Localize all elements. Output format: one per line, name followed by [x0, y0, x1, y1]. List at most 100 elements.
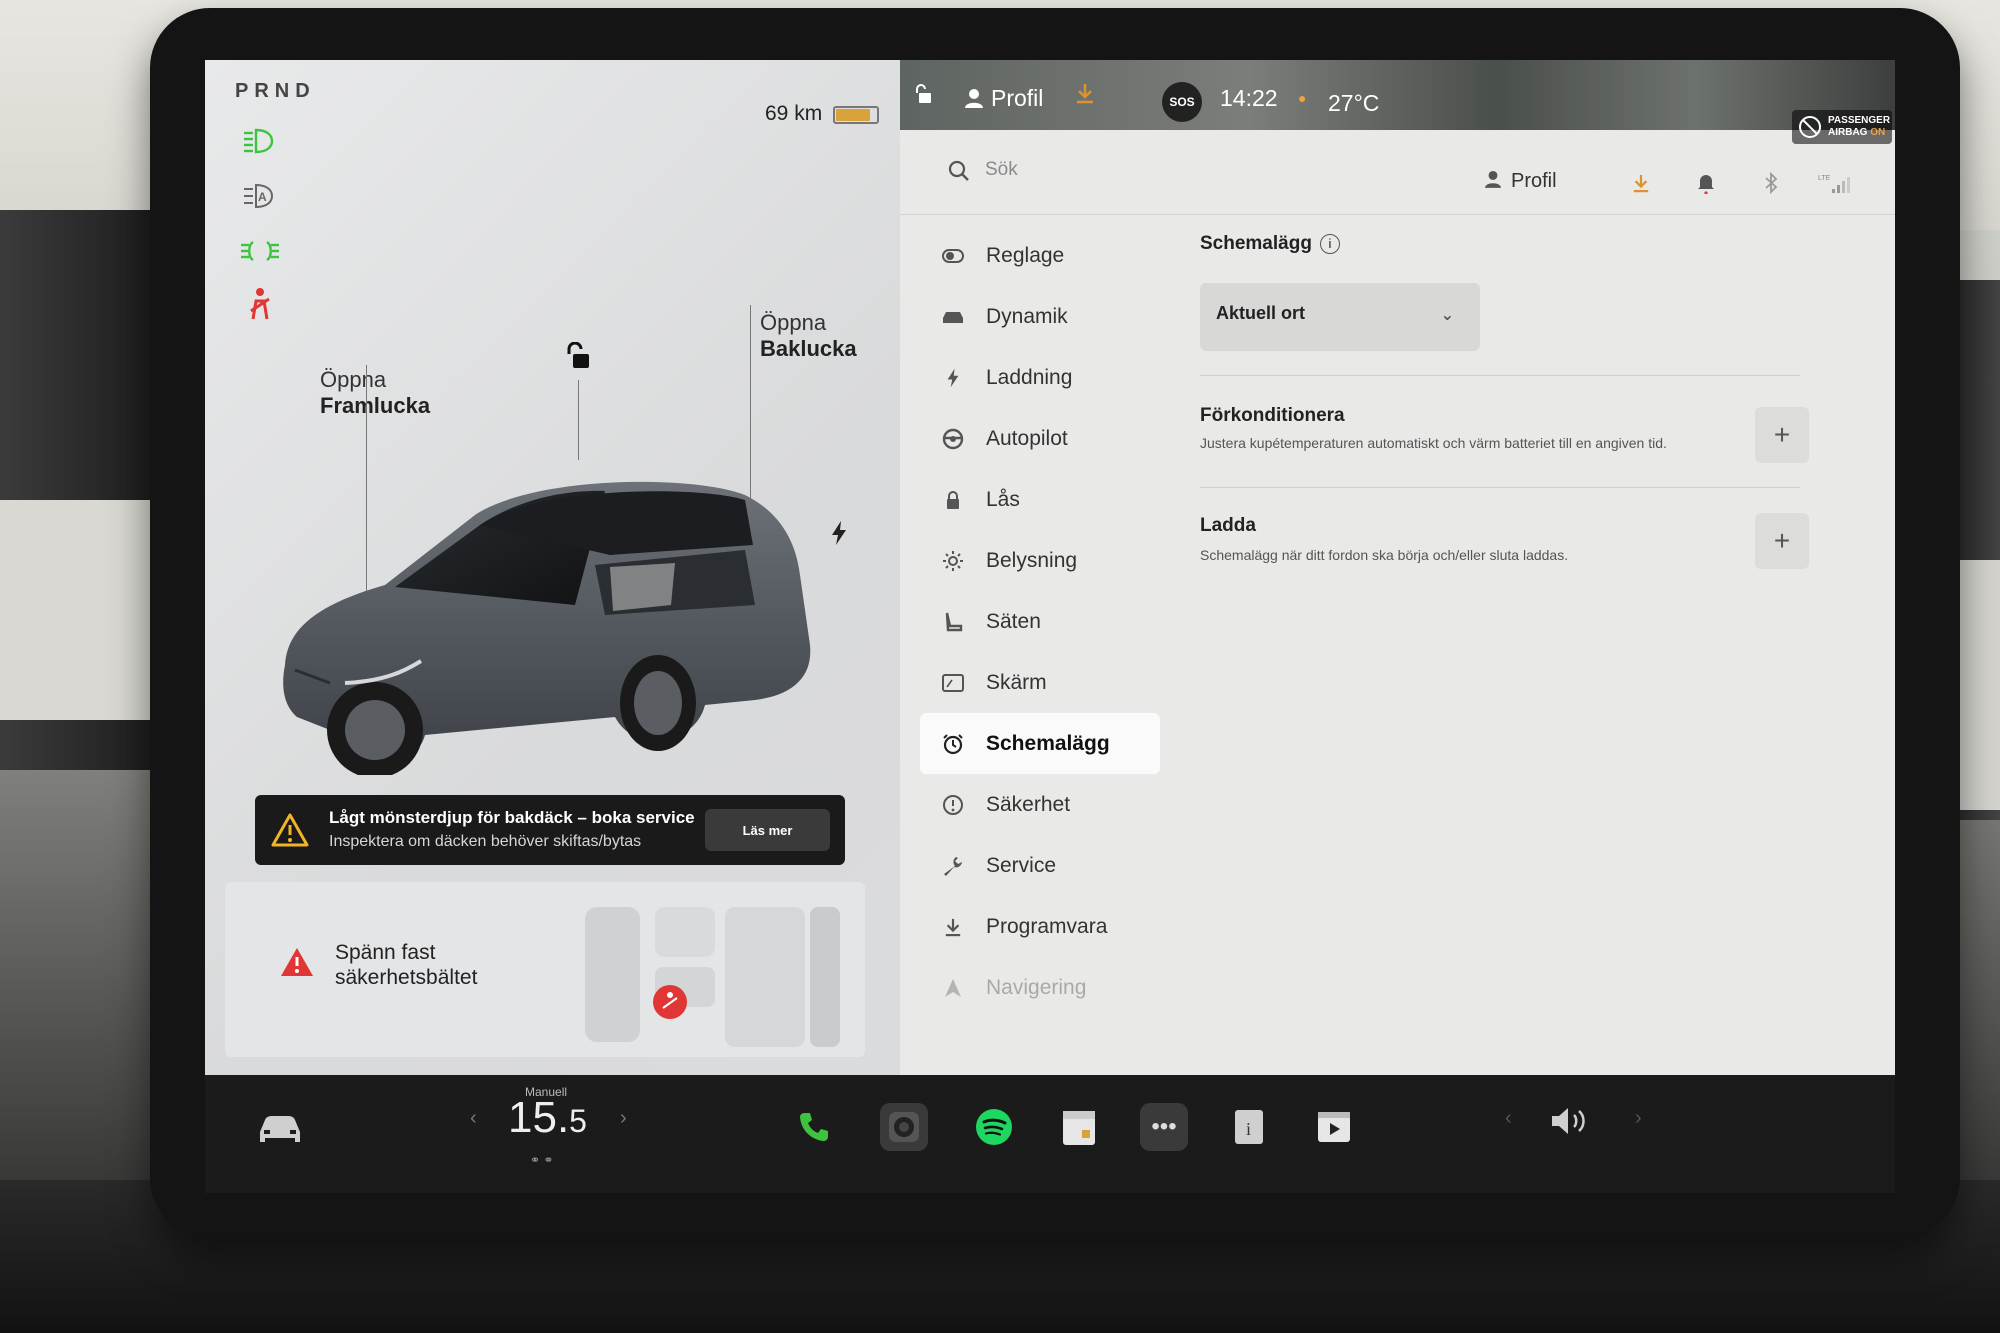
spotify-icon[interactable] — [970, 1103, 1018, 1151]
divider — [1200, 487, 1800, 488]
climate-temperature[interactable]: 15.5 — [508, 1093, 587, 1143]
chevron-down-icon: ⌄ — [1440, 307, 1454, 324]
frunk-label-line1: Öppna — [320, 367, 387, 392]
seatbelt-line2: säkerhetsbältet — [335, 966, 478, 989]
display-icon — [940, 670, 966, 696]
seat-heater-icon: ⚭ ⚭ — [530, 1153, 554, 1167]
battery-icon — [833, 106, 879, 124]
menu-item-label: Navigering — [986, 975, 1087, 999]
toggle-icon — [940, 243, 966, 269]
status-bar: Profil SOS 14:22 ● 27°C PASSENGER AIRBAG… — [900, 60, 1895, 144]
menu-item-s-kerhet[interactable]: Säkerhet — [920, 774, 1160, 835]
menu-item-autopilot[interactable]: Autopilot — [920, 408, 1160, 469]
menu-item-programvara[interactable]: Programvara — [920, 896, 1160, 957]
menu-item-label: Autopilot — [986, 426, 1068, 450]
driver-profile-button[interactable]: Profil — [965, 85, 1043, 112]
calendar-icon[interactable] — [1055, 1103, 1103, 1151]
lte-signal-icon: LTE — [1818, 172, 1852, 194]
theater-icon[interactable] — [1310, 1103, 1358, 1151]
settings-header: Profil LTE — [900, 130, 1895, 215]
manual-icon[interactable]: i — [1225, 1103, 1273, 1151]
open-frunk-button[interactable]: Öppna Framlucka — [320, 367, 430, 419]
bottom-dock: ‹ Manuell 15.5 ⚭ ⚭ › ••• i ‹ › — [205, 1075, 1895, 1193]
auto-highbeam-icon: A — [238, 180, 282, 212]
parking-lights-icon — [238, 235, 282, 267]
menu-item-label: Säkerhet — [986, 792, 1071, 816]
car-controls-icon[interactable] — [255, 1110, 305, 1148]
trunk-label-line2: Baklucka — [760, 336, 857, 361]
bluetooth-icon[interactable] — [1760, 172, 1782, 194]
person-icon — [1485, 171, 1501, 188]
schedule-title: Schemalägg — [1200, 233, 1312, 254]
menu-item-navigering[interactable]: Navigering — [920, 957, 1160, 1018]
menu-item-service[interactable]: Service — [920, 835, 1160, 896]
precondition-title: Förkonditionera — [1200, 405, 1345, 426]
svg-text:A: A — [258, 190, 267, 204]
volume-up-button[interactable]: › — [1635, 1107, 1642, 1130]
steering-wheel-icon — [940, 426, 966, 452]
frunk-label-line2: Framlucka — [320, 393, 431, 418]
gear-indicator: PRND — [235, 80, 316, 102]
menu-item-label: Lås — [986, 487, 1020, 511]
menu-item-l-s[interactable]: Lås — [920, 469, 1160, 530]
outside-temperature: 27°C — [1328, 90, 1380, 116]
car-model-image[interactable] — [275, 455, 835, 775]
svg-text:i: i — [1246, 1119, 1251, 1139]
volume-down-button[interactable]: ‹ — [1505, 1107, 1512, 1130]
read-more-button[interactable]: Läs mer — [705, 809, 830, 851]
header-profile-button[interactable]: Profil — [1485, 170, 1557, 193]
temp-up-button[interactable]: › — [620, 1107, 627, 1130]
menu-item-sk-rm[interactable]: Skärm — [920, 652, 1160, 713]
add-precondition-button[interactable]: + — [1755, 407, 1809, 463]
airbag-line1: PASSENGER — [1828, 115, 1891, 126]
location-dropdown[interactable]: Aktuell ort ⌄ — [1200, 283, 1480, 351]
lock-status-icon[interactable] — [914, 84, 932, 109]
notification-bell-icon[interactable] — [1695, 172, 1717, 194]
menu-item-laddning[interactable]: Laddning — [920, 347, 1160, 408]
svg-text:LTE: LTE — [1818, 175, 1831, 182]
sos-button[interactable]: SOS — [1162, 82, 1202, 122]
touchscreen: PRND A 69 km Öppna Framlucka Öppna Baklu… — [205, 60, 1895, 1075]
menu-item-label: Dynamik — [986, 304, 1068, 328]
lock-pointer-line — [578, 380, 579, 460]
volume-icon[interactable] — [1550, 1105, 1594, 1144]
phone-icon[interactable] — [790, 1103, 838, 1151]
seat-map-image — [585, 907, 840, 1047]
unlock-icon[interactable] — [565, 341, 591, 370]
software-update-icon[interactable] — [1075, 82, 1095, 110]
camera-icon[interactable] — [880, 1103, 928, 1151]
divider — [1200, 375, 1800, 376]
search-icon — [948, 160, 969, 181]
seat-icon — [940, 609, 966, 635]
wrench-icon — [940, 853, 966, 879]
temp-down-button[interactable]: ‹ — [470, 1107, 477, 1130]
navigation-icon — [940, 975, 966, 1001]
seatbelt-message: Spänn fast säkerhetsbältet — [335, 940, 477, 990]
menu-item-reglage[interactable]: Reglage — [920, 225, 1160, 286]
add-charge-button[interactable]: + — [1755, 513, 1809, 569]
menu-item-label: Skärm — [986, 670, 1047, 694]
bolt-icon — [940, 365, 966, 391]
sun-icon: ● — [1298, 90, 1307, 106]
more-apps-icon[interactable]: ••• — [1140, 1103, 1188, 1151]
background-window-left — [0, 500, 160, 720]
header-profile-label: Profil — [1511, 170, 1557, 192]
location-selected: Aktuell ort — [1216, 303, 1306, 323]
open-trunk-button[interactable]: Öppna Baklucka — [760, 310, 857, 362]
menu-item-belysning[interactable]: Belysning — [920, 530, 1160, 591]
trunk-label-line1: Öppna — [760, 310, 827, 335]
search-input[interactable] — [985, 152, 1285, 188]
alert-title: Lågt mönsterdjup för bakdäck – boka serv… — [329, 808, 695, 827]
climate-temp-dec: 5 — [569, 1103, 587, 1139]
download-icon — [940, 914, 966, 940]
info-icon[interactable]: i — [1319, 233, 1340, 254]
schedule-heading: Schemalägg i — [1200, 233, 1340, 255]
menu-item-schemal-gg[interactable]: Schemalägg — [920, 713, 1160, 774]
settings-panel: Profil SOS 14:22 ● 27°C PASSENGER AIRBAG… — [900, 60, 1895, 1075]
download-icon[interactable] — [1630, 172, 1652, 194]
menu-item-label: Säten — [986, 609, 1041, 633]
menu-item-s-ten[interactable]: Säten — [920, 591, 1160, 652]
alert-subtitle: Inspektera om däcken behöver skiftas/byt… — [329, 833, 642, 850]
warning-icon — [271, 813, 309, 847]
menu-item-dynamik[interactable]: Dynamik — [920, 286, 1160, 347]
